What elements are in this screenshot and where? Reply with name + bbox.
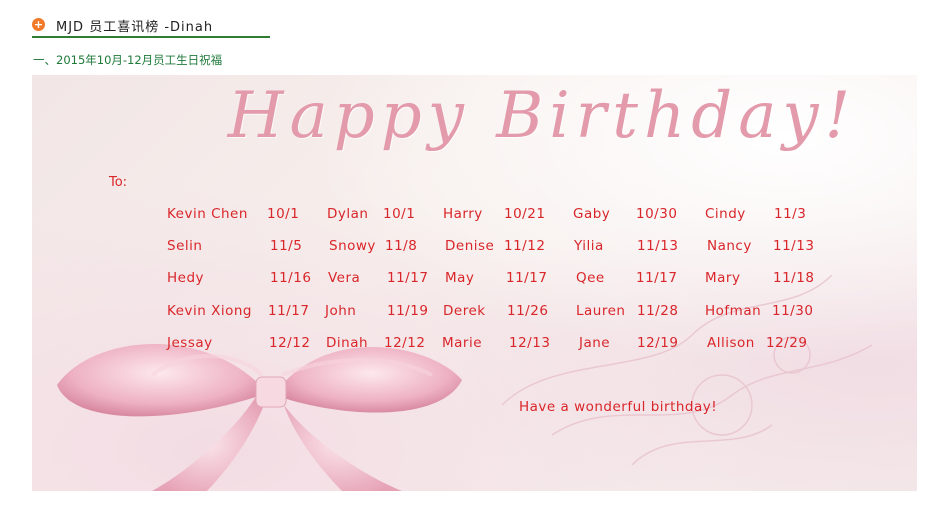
birthday-date: 11/17 xyxy=(268,303,310,319)
birthday-name: Hedy xyxy=(167,270,205,286)
birthday-name: Derek xyxy=(443,303,486,319)
to-label: To: xyxy=(109,175,128,190)
birthday-wish: Have a wonderful birthday! xyxy=(519,399,718,415)
birthday-name: Selin xyxy=(167,238,203,254)
birthday-date: 11/12 xyxy=(504,238,546,254)
birthday-name: Harry xyxy=(443,206,483,222)
subsection-title: 一、2015年10月-12月员工生日祝福 xyxy=(33,53,223,67)
birthday-name: Dinah xyxy=(326,335,369,351)
birthday-date: 10/1 xyxy=(267,206,300,222)
birthday-name: Kevin Xiong xyxy=(167,303,252,319)
section-title: MJD 员工喜讯榜 -Dinah xyxy=(56,20,214,35)
birthday-date: 11/13 xyxy=(637,238,679,254)
card-heading: Happy Birthday! xyxy=(227,79,857,153)
birthday-name: Yilia xyxy=(574,238,604,254)
birthday-date: 11/17 xyxy=(387,270,429,286)
birthday-name: Mary xyxy=(705,270,741,286)
birthday-name: Jane xyxy=(579,335,611,351)
birthday-date: 11/17 xyxy=(506,270,548,286)
birthday-date: 11/30 xyxy=(772,303,814,319)
section-header: + MJD 员工喜讯榜 -Dinah xyxy=(32,14,270,38)
birthday-name: Cindy xyxy=(705,206,746,222)
birthday-date: 10/1 xyxy=(383,206,416,222)
birthday-date: 12/19 xyxy=(637,335,679,351)
birthday-name: Marie xyxy=(442,335,483,351)
birthday-name: Snowy xyxy=(329,238,376,254)
birthday-date: 11/19 xyxy=(387,303,429,319)
birthday-date: 12/12 xyxy=(384,335,426,351)
birthday-name: Kevin Chen xyxy=(167,206,248,222)
birthday-date: 11/5 xyxy=(270,238,303,254)
birthday-date: 10/30 xyxy=(636,206,678,222)
birthday-name: Denise xyxy=(445,238,495,254)
birthday-name: John xyxy=(325,303,357,319)
birthday-date: 12/12 xyxy=(269,335,311,351)
birthday-date: 11/13 xyxy=(773,238,815,254)
birthday-date: 12/13 xyxy=(509,335,551,351)
birthday-name: May xyxy=(445,270,475,286)
birthday-date: 11/18 xyxy=(773,270,815,286)
birthday-name: Lauren xyxy=(576,303,626,319)
birthday-date: 11/26 xyxy=(507,303,549,319)
birthday-name: Jessay xyxy=(167,335,213,351)
birthday-name: Nancy xyxy=(707,238,752,254)
birthday-name: Qee xyxy=(576,270,605,286)
birthday-card-image: Happy Birthday! To: Kevin Chen 10/1 Dyla… xyxy=(32,75,917,491)
birthday-date: 11/16 xyxy=(270,270,312,286)
birthday-name: Gaby xyxy=(573,206,611,222)
birthday-name: Hofman xyxy=(705,303,762,319)
birthday-date: 11/8 xyxy=(385,238,418,254)
birthday-date: 11/17 xyxy=(636,270,678,286)
plus-icon[interactable]: + xyxy=(32,18,45,31)
birthday-date: 12/29 xyxy=(766,335,808,351)
birthday-date: 11/3 xyxy=(774,206,807,222)
birthday-name: Allison xyxy=(707,335,755,351)
birthday-name: Dylan xyxy=(327,206,369,222)
birthday-date: 10/21 xyxy=(504,206,546,222)
birthday-date: 11/28 xyxy=(637,303,679,319)
birthday-name: Vera xyxy=(328,270,361,286)
